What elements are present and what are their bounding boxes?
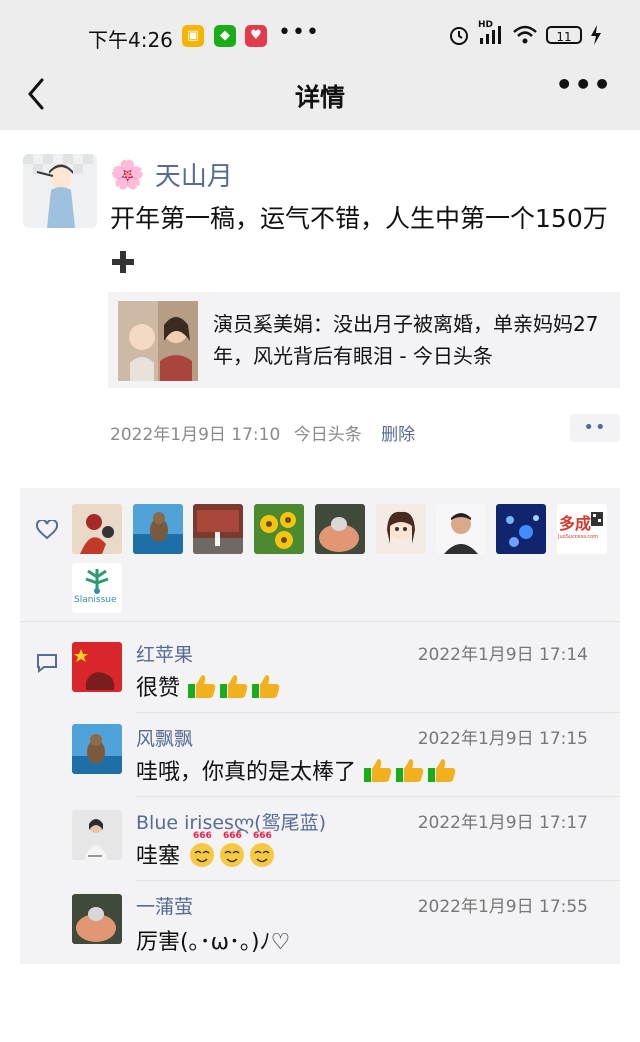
comment-text-row: 很赞 — [136, 670, 283, 702]
thumbs-up-icon — [396, 759, 424, 782]
like-avatar[interactable] — [315, 504, 365, 554]
666-face-icon: 666 — [217, 831, 247, 868]
666-face-icon: 666 — [187, 831, 217, 868]
comment-separator — [136, 796, 620, 797]
comment-time: 2022年1月9日 17:14 — [417, 645, 588, 665]
heart-outline-icon — [36, 520, 58, 540]
comment-time: 2022年1月9日 17:55 — [417, 897, 588, 917]
like-avatar[interactable]: Slanissue — [72, 563, 122, 613]
666-caption: 666 — [253, 831, 272, 841]
like-avatar[interactable] — [193, 504, 243, 554]
nav-bar: 详情 ••• — [0, 62, 640, 126]
comment-avatar[interactable] — [72, 810, 122, 860]
status-time: 下午4:26 — [88, 28, 173, 52]
author-avatar[interactable] — [23, 154, 97, 228]
network-type-label: HD — [478, 20, 494, 30]
like-avatar[interactable] — [72, 504, 122, 554]
author-row: 🌸 天山月 — [110, 156, 233, 193]
like-avatar[interactable] — [376, 504, 426, 554]
post-timestamp: 2022年1月9日 17:10 — [110, 425, 281, 445]
status-right: HD 11 — [448, 20, 602, 46]
like-avatar[interactable] — [133, 504, 183, 554]
shared-link-card[interactable]: 演员奚美娟：没出月子被离婚，单亲妈妈27年，风光背后有眼泪 - 今日头条 — [108, 292, 620, 388]
status-bar: 下午4:26 ▣ ◆ ♥ ••• HD 11 — [0, 0, 640, 62]
page-title: 详情 — [294, 83, 345, 112]
comment-author[interactable]: 红苹果 — [136, 640, 193, 667]
comment-separator — [136, 712, 620, 713]
like-avatar-brand-label: Slanissue — [74, 595, 117, 605]
666-face-icon: 666 — [247, 831, 277, 868]
signal-icon: HD — [478, 20, 504, 46]
like-avatar[interactable] — [254, 504, 304, 554]
comment-text-row: 哇哦，你真的是太棒了 — [136, 754, 459, 786]
666-caption: 666 — [223, 831, 242, 841]
likes-divider — [20, 621, 620, 622]
comment-avatar[interactable] — [72, 724, 122, 774]
comment-action-button[interactable]: •• — [570, 414, 620, 442]
comment-text: 哇塞 — [136, 844, 181, 869]
likes-comments-panel: 多成 JuoSuccess.com Slanissue 红苹果 2022年1月9… — [20, 488, 620, 964]
wifi-icon — [513, 25, 537, 44]
security-app-icon: ◆ — [214, 25, 236, 47]
666-caption: 666 — [193, 831, 212, 841]
more-dots-icon[interactable]: ••• — [555, 68, 612, 101]
charging-icon — [591, 25, 601, 45]
comment-text: 很赞 — [136, 676, 181, 701]
like-avatar[interactable] — [496, 504, 546, 554]
comment-text-row: 哇塞 666 666 666 — [136, 831, 277, 870]
like-avatar[interactable] — [436, 504, 486, 554]
comment-author[interactable]: 一蒲萤 — [136, 892, 193, 919]
link-title: 演员奚美娟：没出月子被离婚，单亲妈妈27年，风光背后有眼泪 - 今日头条 — [213, 312, 599, 368]
comment-item[interactable]: 一蒲萤 2022年1月9日 17:55 厉害(｡･ω･｡)ﾉ♡ — [20, 892, 620, 962]
thumbs-up-icon — [252, 675, 280, 698]
comment-author[interactable]: 风飘飘 — [136, 724, 193, 751]
post-meta: 2022年1月9日 17:10 今日头条 删除 — [110, 420, 415, 445]
post-content: 开年第一稿，运气不错，人生中第一个150万 — [110, 198, 610, 282]
delete-link[interactable]: 删除 — [381, 425, 415, 445]
author-name[interactable]: 天山月 — [155, 156, 233, 193]
thumbs-up-icon — [220, 675, 248, 698]
comment-time: 2022年1月9日 17:15 — [417, 729, 588, 749]
thumbs-up-icon — [364, 759, 392, 782]
health-app-icon: ♥ — [245, 25, 267, 47]
comment-text: 哇哦，你真的是太棒了 — [136, 760, 357, 785]
thumbs-up-icon — [188, 675, 216, 698]
link-thumbnail — [118, 301, 198, 381]
plus-icon — [112, 251, 134, 273]
more-notifications-icon: ••• — [278, 20, 320, 45]
like-avatar[interactable]: 多成 JuoSuccess.com — [557, 504, 607, 554]
comment-item[interactable]: 红苹果 2022年1月9日 17:14 很赞 — [20, 638, 620, 722]
comment-time: 2022年1月9日 17:17 — [417, 813, 588, 833]
post-text: 开年第一稿，运气不错，人生中第一个150万 — [110, 204, 608, 233]
post-source: 今日头条 — [293, 425, 362, 445]
comment-separator — [136, 880, 620, 881]
flower-emoji-icon: 🌸 — [110, 157, 145, 191]
clock-alarm-icon — [450, 27, 468, 45]
battery-icon: 11 — [546, 26, 582, 44]
top-bar: 下午4:26 ▣ ◆ ♥ ••• HD 11 详情 ••• — [0, 0, 640, 130]
comment-avatar[interactable] — [72, 894, 122, 944]
comment-avatar[interactable] — [72, 642, 122, 692]
comment-text: 厉害(｡･ω･｡)ﾉ♡ — [136, 930, 291, 955]
thumbs-up-icon — [428, 759, 456, 782]
app-notification-icon: ▣ — [182, 25, 204, 47]
